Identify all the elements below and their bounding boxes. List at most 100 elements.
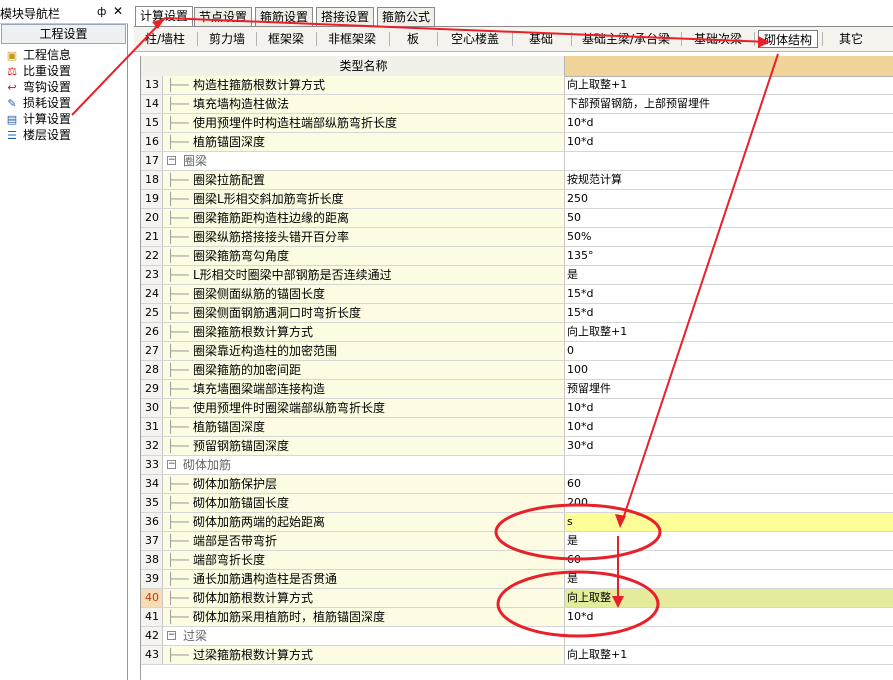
group-row[interactable]: 17− 圈梁 <box>141 152 893 171</box>
row-value-cell[interactable]: 是 <box>565 532 893 550</box>
row-value-cell[interactable]: 15*d <box>565 304 893 322</box>
row-value-cell[interactable]: 预留埋件 <box>565 380 893 398</box>
subtab-frame-beam[interactable]: 框架梁 <box>260 30 312 48</box>
status-line <box>140 672 893 680</box>
nav-section-header[interactable]: 工程设置 <box>1 24 126 44</box>
table-row[interactable]: 40 ├── 砌体加筋根数计算方式 向上取整 <box>141 589 893 608</box>
row-value-cell[interactable]: 100 <box>565 361 893 379</box>
row-value-cell[interactable]: 50 <box>565 209 893 227</box>
close-icon[interactable]: ✕ <box>113 4 123 18</box>
settings-main: 计算设置 节点设置 箍筋设置 搭接设置 箍筋公式 柱/墙柱 剪力墙 框架梁 非框… <box>134 0 893 680</box>
row-value-cell <box>565 627 893 645</box>
subtab-other[interactable]: 其它 <box>826 30 876 48</box>
table-row[interactable]: 23 ├── L形相交时圈梁中部钢筋是否连续通过 是 <box>141 266 893 285</box>
row-value-cell[interactable]: 10*d <box>565 418 893 436</box>
row-value-cell[interactable]: 向上取整 <box>565 589 893 607</box>
tab-lap-settings[interactable]: 搭接设置 <box>316 7 374 26</box>
nav-item-label: 工程信息 <box>23 48 72 62</box>
row-value-cell[interactable]: 向上取整+1 <box>565 646 893 664</box>
subtab-foundation-main-beam[interactable]: 基础主梁/承台梁 <box>576 30 676 48</box>
row-label: 构造柱箍筋根数计算方式 <box>193 78 326 92</box>
table-row[interactable]: 24 ├── 圈梁侧面纵筋的锚固长度 15*d <box>141 285 893 304</box>
subtab-hollow-floor[interactable]: 空心楼盖 <box>442 30 508 48</box>
table-row[interactable]: 27 ├── 圈梁靠近构造柱的加密范围 0 <box>141 342 893 361</box>
collapse-icon[interactable]: − <box>167 156 176 165</box>
table-row[interactable]: 15 ├── 使用预埋件时构造柱端部纵筋弯折长度 10*d <box>141 114 893 133</box>
row-value-cell[interactable]: 下部预留钢筋，上部预留埋件 <box>565 95 893 113</box>
tab-stirrup-formula[interactable]: 箍筋公式 <box>377 7 435 26</box>
row-value-cell[interactable]: 10*d <box>565 133 893 151</box>
tab-stirrup-settings[interactable]: 箍筋设置 <box>255 7 313 26</box>
table-row[interactable]: 20 ├── 圈梁箍筋距构造柱边缘的距离 50 <box>141 209 893 228</box>
nav-item-project-info[interactable]: ▣ 工程信息 <box>4 47 71 63</box>
table-row[interactable]: 31 ├── 植筋锚固深度 10*d <box>141 418 893 437</box>
nav-item-weight[interactable]: ⚖ 比重设置 <box>4 63 71 79</box>
row-value-cell[interactable]: 30*d <box>565 437 893 455</box>
subtab-foundation[interactable]: 基础 <box>516 30 566 48</box>
nav-item-calc-settings[interactable]: ▤ 计算设置 <box>4 111 71 127</box>
subtab-column[interactable]: 柱/墙柱 <box>138 30 192 48</box>
group-row[interactable]: 42− 过梁 <box>141 627 893 646</box>
subtab-slab[interactable]: 板 <box>394 30 432 48</box>
subtab-separator <box>681 32 682 46</box>
nav-item-hook[interactable]: ↩ 弯钩设置 <box>4 79 71 95</box>
subtab-non-frame-beam[interactable]: 非框架梁 <box>320 30 384 48</box>
pin-icon[interactable]: ф <box>97 5 106 18</box>
row-value-cell[interactable]: 15*d <box>565 285 893 303</box>
table-row[interactable]: 32 ├── 预留钢筋锚固深度 30*d <box>141 437 893 456</box>
table-row[interactable]: 19 ├── 圈梁L形相交斜加筋弯折长度 250 <box>141 190 893 209</box>
table-row[interactable]: 38 ├── 端部弯折长度 60 <box>141 551 893 570</box>
table-row[interactable]: 29 ├── 填充墙圈梁端部连接构造 预留埋件 <box>141 380 893 399</box>
nav-item-loss[interactable]: ✎ 损耗设置 <box>4 95 71 111</box>
table-row[interactable]: 35 ├── 砌体加筋锚固长度 200 <box>141 494 893 513</box>
row-value-cell[interactable]: 10*d <box>565 399 893 417</box>
table-row[interactable]: 37 ├── 端部是否带弯折 是 <box>141 532 893 551</box>
collapse-icon[interactable]: − <box>167 631 176 640</box>
table-row[interactable]: 21 ├── 圈梁纵筋搭接接头错开百分率 50% <box>141 228 893 247</box>
table-row[interactable]: 39 ├── 通长加筋遇构造柱是否贯通 是 <box>141 570 893 589</box>
table-row[interactable]: 34 ├── 砌体加筋保护层 60 <box>141 475 893 494</box>
group-row[interactable]: 33− 砌体加筋 <box>141 456 893 475</box>
row-value-cell[interactable]: 向上取整+1 <box>565 76 893 94</box>
row-value-cell[interactable]: 向上取整+1 <box>565 323 893 341</box>
collapse-icon[interactable]: − <box>167 460 176 469</box>
row-value-cell[interactable]: 10*d <box>565 114 893 132</box>
table-row[interactable]: 13 ├── 构造柱箍筋根数计算方式 向上取整+1 <box>141 76 893 95</box>
nav-item-floors[interactable]: ☰ 楼层设置 <box>4 127 71 143</box>
table-row[interactable]: 26 ├── 圈梁箍筋根数计算方式 向上取整+1 <box>141 323 893 342</box>
table-row[interactable]: 18 ├── 圈梁拉筋配置 按规范计算 <box>141 171 893 190</box>
table-row[interactable]: 16 ├── 植筋锚固深度 10*d <box>141 133 893 152</box>
row-label: 圈梁L形相交斜加筋弯折长度 <box>193 192 344 206</box>
row-number: 38 <box>141 551 163 569</box>
table-row[interactable]: 30 ├── 使用预埋件时圈梁端部纵筋弯折长度 10*d <box>141 399 893 418</box>
table-row[interactable]: 43 ├── 过梁箍筋根数计算方式 向上取整+1 <box>141 646 893 665</box>
table-row[interactable]: 22 ├── 圈梁箍筋弯勾角度 135° <box>141 247 893 266</box>
row-value-cell[interactable]: 250 <box>565 190 893 208</box>
row-value-cell[interactable]: 50% <box>565 228 893 246</box>
tab-node-settings[interactable]: 节点设置 <box>194 7 252 26</box>
row-value-cell[interactable]: 是 <box>565 570 893 588</box>
tab-calc-settings[interactable]: 计算设置 <box>135 6 193 27</box>
row-value-cell[interactable]: 60 <box>565 475 893 493</box>
tree-line-icon: ├── <box>167 534 189 548</box>
subtab-foundation-secondary-beam[interactable]: 基础次梁 <box>686 30 750 48</box>
table-row[interactable]: 25 ├── 圈梁侧面钢筋遇洞口时弯折长度 15*d <box>141 304 893 323</box>
row-value-cell[interactable]: 0 <box>565 342 893 360</box>
subtab-masonry[interactable]: 砌体结构 <box>758 30 818 48</box>
tree-line-icon: ├── <box>167 496 189 510</box>
table-row[interactable]: 41 ├── 砌体加筋采用植筋时，植筋锚固深度 10*d <box>141 608 893 627</box>
row-value-cell[interactable]: 10*d <box>565 608 893 626</box>
row-label: 圈梁箍筋的加密间距 <box>193 363 302 377</box>
table-row[interactable]: 28 ├── 圈梁箍筋的加密间距 100 <box>141 361 893 380</box>
row-value-cell[interactable]: 60 <box>565 551 893 569</box>
row-number: 16 <box>141 133 163 151</box>
subtab-shear-wall[interactable]: 剪力墙 <box>202 30 252 48</box>
row-value-cell[interactable]: 135° <box>565 247 893 265</box>
row-value-cell[interactable]: 200 <box>565 494 893 512</box>
row-value-cell[interactable]: 是 <box>565 266 893 284</box>
table-row[interactable]: 36 ├── 砌体加筋两端的起始距离 s <box>141 513 893 532</box>
table-row[interactable]: 14 ├── 填充墙构造柱做法 下部预留钢筋，上部预留埋件 <box>141 95 893 114</box>
row-value-cell[interactable]: 按规范计算 <box>565 171 893 189</box>
row-name-cell: ├── 圈梁侧面纵筋的锚固长度 <box>163 285 565 303</box>
row-value-cell[interactable]: s <box>565 513 893 531</box>
